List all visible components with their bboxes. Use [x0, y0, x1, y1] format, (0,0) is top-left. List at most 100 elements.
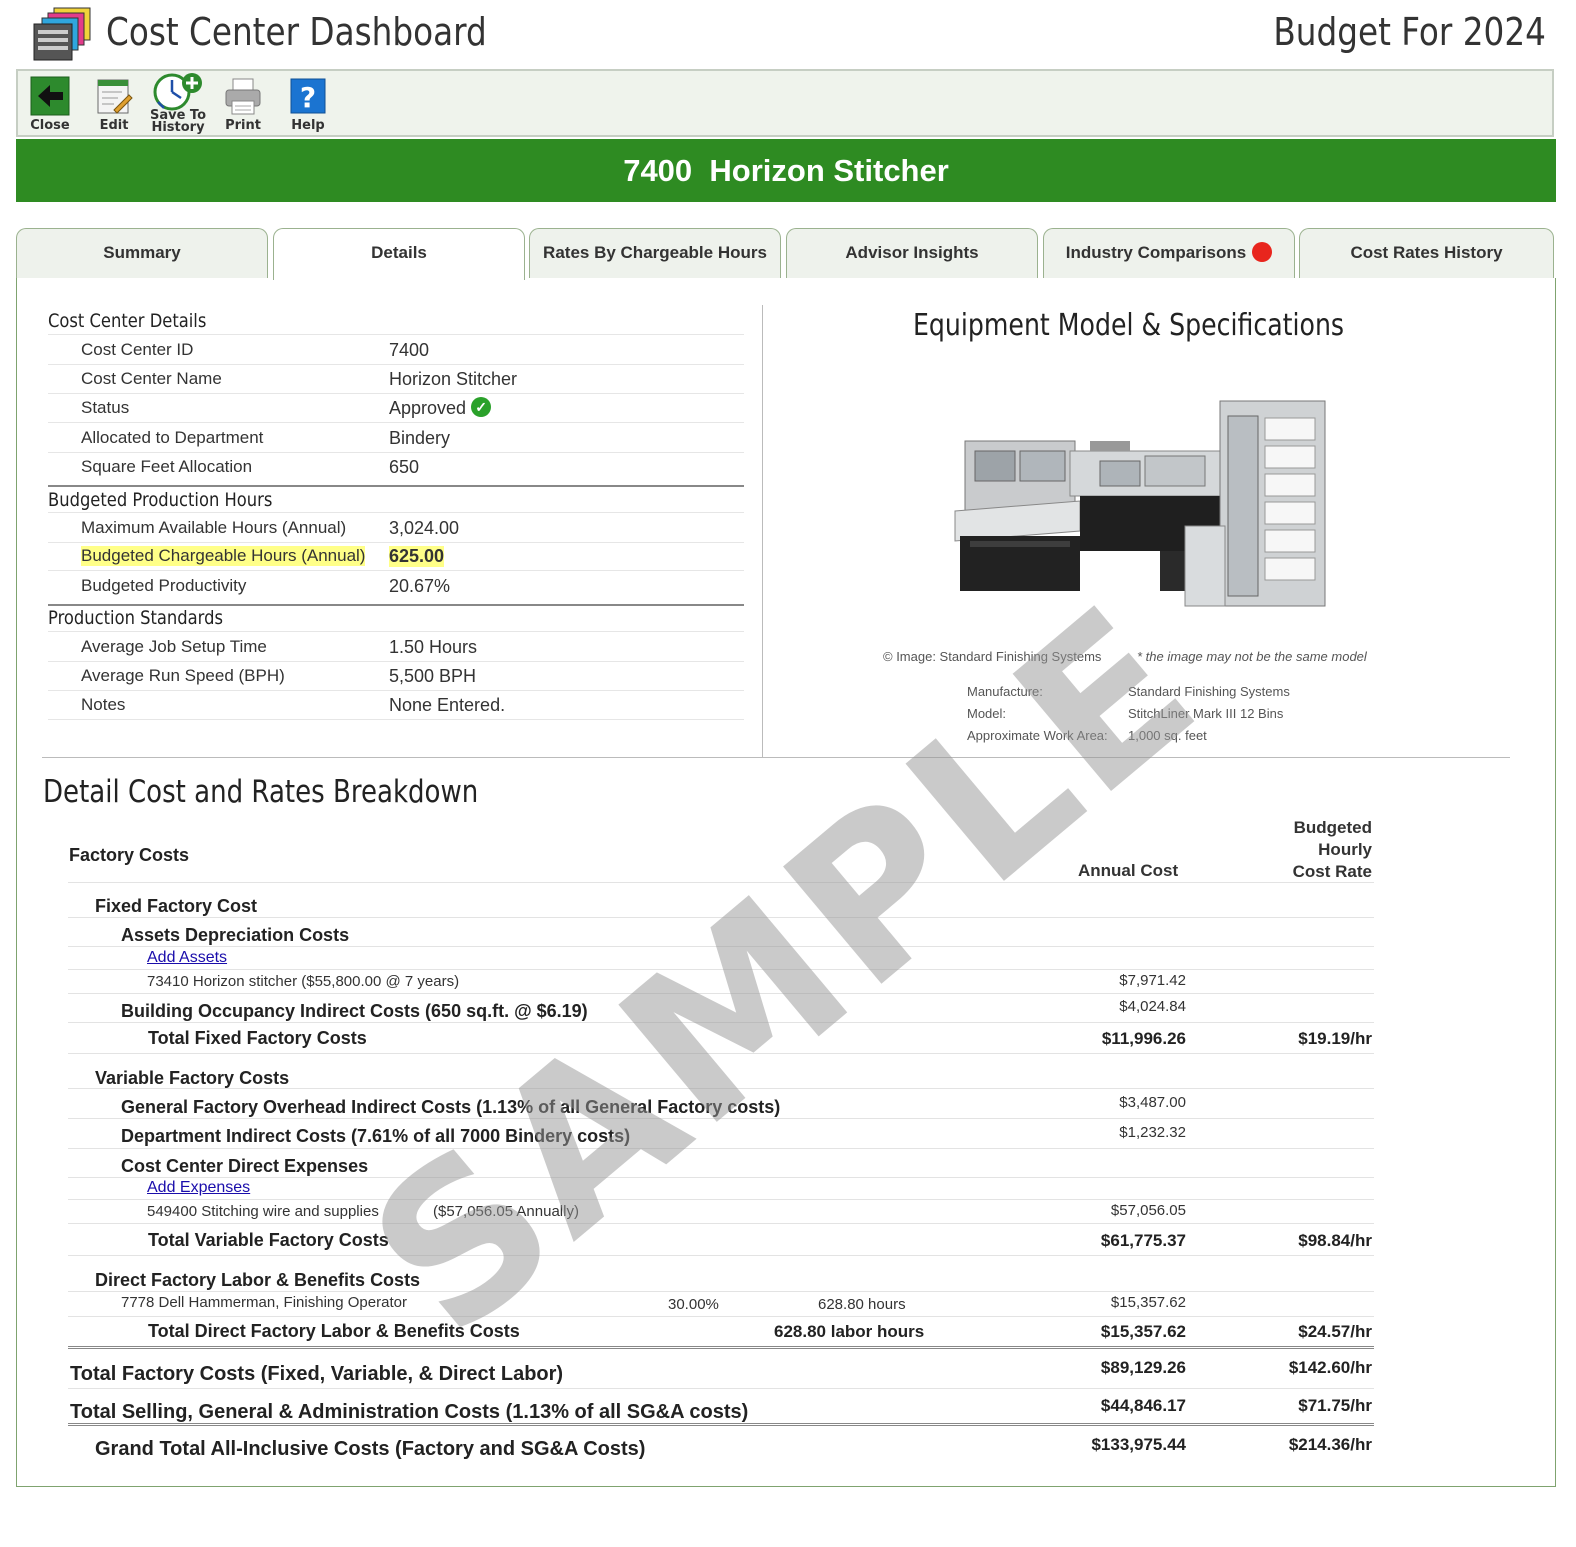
detail-label: Cost Center ID: [81, 340, 194, 359]
tab-industry-comparisons[interactable]: Industry Comparisons: [1043, 228, 1295, 278]
variable-factory-heading: Variable Factory Costs: [95, 1068, 290, 1088]
approved-check-icon: ✓: [471, 397, 492, 418]
app-title: Cost Center Dashboard: [106, 10, 487, 54]
detail-label: Square Feet Allocation: [81, 457, 253, 476]
tab-rates-by-chargeable-hours[interactable]: Rates By Chargeable Hours: [529, 228, 781, 278]
section-title-budgeted-production-hours: Budgeted Production Hours: [48, 489, 273, 511]
detail-row: Notes None Entered.: [48, 690, 744, 720]
row-divider: [68, 969, 1374, 970]
edit-button[interactable]: Edit: [82, 71, 146, 137]
spec-label: Approximate Work Area:: [967, 728, 1108, 743]
expense-line-item: 549400 Stitching wire and supplies: [147, 1203, 379, 1220]
tab-label: Industry Comparisons: [1065, 243, 1247, 262]
help-button[interactable]: ? Help: [276, 71, 340, 137]
expense-annual: ($57,056.05 Annually): [433, 1203, 579, 1220]
detail-value: 7400: [389, 340, 430, 360]
image-disclaimer: * the image may not be the same model: [1137, 649, 1367, 664]
tab-summary[interactable]: Summary: [16, 228, 268, 278]
print-label: Print: [225, 118, 261, 133]
toolbar: Close Edit Save To History Print ? Help: [16, 69, 1554, 137]
detail-value: Horizon Stitcher: [389, 369, 518, 389]
tab-label: Cost Rates History: [1350, 243, 1503, 262]
alert-dot-icon: [1252, 241, 1273, 262]
back-arrow-icon: [30, 76, 70, 116]
detail-label: Average Job Setup Time: [81, 637, 267, 656]
app-logo-icon: [33, 7, 91, 61]
building-occupancy-heading: Building Occupancy Indirect Costs (650 s…: [121, 1001, 588, 1021]
tab-label: Advisor Insights: [845, 243, 979, 262]
add-assets-link[interactable]: Add Assets: [147, 949, 227, 966]
total-fixed-amount: $11,996.26: [1101, 1029, 1186, 1048]
factory-costs-heading: Factory Costs: [69, 845, 190, 865]
total-sga-amount: $44,846.17: [1100, 1396, 1186, 1415]
hourly-rate-header: Budgeted Hourly Cost Rate: [1292, 818, 1372, 881]
add-expenses-link[interactable]: Add Expenses: [147, 1179, 250, 1196]
detail-value: 3,024.00: [389, 518, 460, 538]
spec-label: Manufacture:: [967, 684, 1043, 699]
budget-year-title: Budget For 2024: [1273, 10, 1546, 54]
row-divider: [68, 1316, 1374, 1317]
row-divider: [68, 1388, 1374, 1389]
tab-label: Details: [371, 243, 427, 262]
detail-row: Square Feet Allocation 650: [48, 452, 744, 481]
spec-label: Model:: [967, 706, 1007, 721]
detail-row: Budgeted Productivity 20.67%: [48, 571, 744, 600]
asset-line-item: 73410 Horizon stitcher ($55,800.00 @ 7 y…: [147, 973, 460, 990]
save-label-line2: History: [151, 120, 205, 135]
total-factory-label: Total Factory Costs (Fixed, Variable, & …: [70, 1363, 564, 1385]
detail-label: Allocated to Department: [81, 428, 264, 447]
detail-label: Average Run Speed (BPH): [81, 666, 285, 685]
tab-cost-rates-history[interactable]: Cost Rates History: [1299, 228, 1554, 278]
row-divider: [68, 1255, 1374, 1256]
general-overhead-amount: $3,487.00: [1119, 1094, 1186, 1111]
tab-label: Rates By Chargeable Hours: [543, 243, 767, 262]
detail-value: 1.50 Hours: [389, 637, 478, 657]
direct-expenses-heading: Cost Center Direct Expenses: [121, 1156, 369, 1176]
labor-amount: $15,357.62: [1110, 1294, 1186, 1311]
save-to-history-button[interactable]: Save To History: [146, 71, 210, 137]
equipment-title: Equipment Model & Specifications: [913, 308, 1345, 343]
total-labor-amount: $15,357.62: [1100, 1322, 1186, 1341]
detail-row: Cost Center Name Horizon Stitcher: [48, 364, 744, 394]
detail-label: Budgeted Productivity: [81, 576, 247, 595]
total-variable-label: Total Variable Factory Costs: [148, 1230, 389, 1250]
close-label: Close: [30, 118, 70, 133]
labor-hours: 628.80 hours: [818, 1296, 906, 1313]
breakdown-title: Detail Cost and Rates Breakdown: [43, 774, 479, 810]
row-divider: [68, 1346, 1374, 1349]
total-sga-label: Total Selling, General & Administration …: [70, 1401, 749, 1423]
detail-value: 5,500 BPH: [389, 666, 477, 686]
total-factory-rate: $142.60/hr: [1288, 1358, 1372, 1377]
section-divider: [48, 604, 744, 606]
detail-label: Budgeted Chargeable Hours (Annual): [81, 546, 366, 566]
row-divider: [68, 993, 1374, 994]
total-variable-amount: $61,775.37: [1100, 1231, 1186, 1250]
close-button[interactable]: Close: [18, 71, 82, 137]
department-indirect-heading: Department Indirect Costs (7.61% of all …: [121, 1126, 631, 1146]
detail-row: Allocated to Department Bindery: [48, 423, 744, 453]
edit-form-icon: [97, 79, 133, 114]
detail-row: Maximum Available Hours (Annual) 3,024.0…: [48, 512, 744, 543]
status-value: Approved ✓: [389, 397, 492, 419]
edit-label: Edit: [99, 118, 129, 133]
tab-details[interactable]: Details: [273, 228, 525, 280]
building-amount: $4,024.84: [1119, 998, 1186, 1015]
grand-total-amount: $133,975.44: [1091, 1435, 1186, 1454]
row-divider: [68, 1177, 1374, 1178]
row-divider: [68, 1088, 1374, 1089]
row-divider: [68, 1423, 1374, 1426]
row-divider: [68, 1199, 1374, 1200]
tab-advisor-insights[interactable]: Advisor Insights: [786, 228, 1038, 278]
detail-value: None Entered.: [389, 695, 506, 715]
detail-label: Cost Center Name: [81, 369, 222, 388]
total-factory-amount: $89,129.26: [1100, 1358, 1186, 1377]
row-divider: [68, 917, 1374, 918]
row-divider: [68, 1291, 1374, 1292]
detail-label: Notes: [81, 695, 126, 714]
cost-center-banner: 7400 Horizon Stitcher: [16, 139, 1556, 202]
spec-value: StitchLiner Mark III 12 Bins: [1128, 706, 1284, 721]
grand-total-rate: $214.36/hr: [1288, 1435, 1372, 1454]
printer-icon: [225, 78, 261, 115]
detail-value: 20.67%: [389, 576, 451, 596]
print-button[interactable]: Print: [211, 71, 275, 137]
